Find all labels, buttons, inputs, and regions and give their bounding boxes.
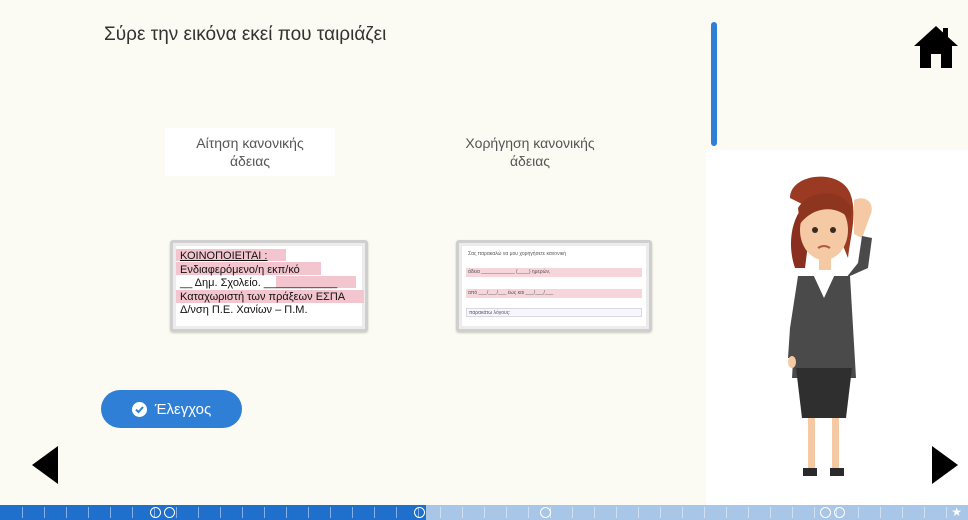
drop-target-label-line1: Χορήγηση κανονικής <box>465 135 595 151</box>
progress-marker[interactable] <box>834 507 845 518</box>
scrollbar[interactable] <box>711 22 717 146</box>
progress-tick <box>924 507 925 518</box>
card-line: ΚΟΙΝΟΠΟΙΕΙΤΑΙ : <box>180 250 268 262</box>
instruction-title: Σύρε την εικόνα εκεί που ταιριάζει <box>104 24 387 45</box>
check-button[interactable]: Έλεγχος <box>101 390 242 428</box>
draggable-card-request[interactable]: ΚΟΙΝΟΠΟΙΕΙΤΑΙ : Ενδιαφερόμενο/η εκπ/κό _… <box>170 240 368 332</box>
progress-tick <box>792 507 793 518</box>
progress-tick <box>198 507 199 518</box>
home-icon <box>914 26 958 68</box>
progress-tick <box>88 507 89 518</box>
progress-tick <box>682 507 683 518</box>
form-row: παρακάτω λόγους: <box>466 308 642 317</box>
progress-tick <box>902 507 903 518</box>
progress-tick <box>352 507 353 518</box>
progress-tick <box>132 507 133 518</box>
progress-tick <box>396 507 397 518</box>
progress-tick <box>748 507 749 518</box>
progress-tick <box>770 507 771 518</box>
card-line: Δ/νση Π.Ε. Χανίων – Π.Μ. <box>180 304 308 316</box>
progress-tick <box>726 507 727 518</box>
progress-remaining <box>426 505 968 520</box>
card-text: ΚΟΙΝΟΠΟΙΕΙΤΑΙ : Ενδιαφερόμενο/η εκπ/κό _… <box>180 250 345 318</box>
progress-tick <box>506 507 507 518</box>
progress-tick <box>440 507 441 518</box>
drop-target-label-line1: Αίτηση κανονικής <box>196 135 304 151</box>
drop-target-grant[interactable]: Χορήγηση κανονικής άδειας <box>445 128 615 176</box>
progress-tick <box>264 507 265 518</box>
progress-tick <box>704 507 705 518</box>
progress-tick <box>462 507 463 518</box>
progress-tick <box>110 507 111 518</box>
progress-tick <box>638 507 639 518</box>
previous-button[interactable] <box>28 442 62 488</box>
progress-tick <box>484 507 485 518</box>
card-body: Σας παρακαλώ να μου χορηγήσετε κανονική … <box>462 246 646 326</box>
home-button[interactable] <box>912 24 960 70</box>
card-body: ΚΟΙΝΟΠΟΙΕΙΤΑΙ : Ενδιαφερόμενο/η εκπ/κό _… <box>176 246 364 326</box>
progress-marker[interactable] <box>820 507 831 518</box>
star-icon: ★ <box>951 505 962 519</box>
progress-tick <box>220 507 221 518</box>
progress-filled <box>0 505 426 520</box>
draggable-card-grant[interactable]: Σας παρακαλώ να μου χορηγήσετε κανονική … <box>456 240 652 332</box>
card-line: __ Δημ. Σχολείο. ____________ <box>180 277 338 289</box>
progress-marker[interactable] <box>540 507 551 518</box>
drop-target-label-line2: άδειας <box>509 153 551 169</box>
drop-target-request[interactable]: Αίτηση κανονικής άδειας <box>165 128 335 176</box>
progress-tick <box>660 507 661 518</box>
progress-tick <box>814 507 815 518</box>
progress-tick <box>44 507 45 518</box>
progress-tick <box>858 507 859 518</box>
drop-target-label-line2: άδειας <box>229 153 271 169</box>
card-line: Καταχωριστή των πράξεων ΕΣΠΑ <box>180 290 346 303</box>
worried-woman-illustration <box>788 176 872 476</box>
progress-tick <box>616 507 617 518</box>
form-row: από ___/___/___ έως και ___/___/___ <box>466 289 642 298</box>
progress-tick <box>880 507 881 518</box>
progress-tick <box>176 507 177 518</box>
check-circle-icon <box>131 401 147 417</box>
progress-marker[interactable] <box>150 507 161 518</box>
right-top-panel <box>706 0 968 150</box>
form-row: Σας παρακαλώ να μου χορηγήσετε κανονική <box>468 251 566 257</box>
check-button-label: Έλεγχος <box>154 400 212 418</box>
progress-tick <box>374 507 375 518</box>
progress-tick <box>594 507 595 518</box>
progress-tick <box>66 507 67 518</box>
progress-bar[interactable]: ★ <box>0 505 968 520</box>
card-line: Ενδιαφερόμενο/η εκπ/κό <box>180 263 300 276</box>
arrow-right-icon <box>932 446 958 484</box>
progress-marker[interactable] <box>414 507 425 518</box>
arrow-left-icon <box>32 446 58 484</box>
progress-tick <box>242 507 243 518</box>
slide-stage: Σύρε την εικόνα εκεί που ταιριάζει Αίτησ… <box>0 0 968 520</box>
progress-tick <box>330 507 331 518</box>
progress-marker[interactable] <box>164 507 175 518</box>
progress-tick <box>946 507 947 518</box>
progress-tick <box>286 507 287 518</box>
progress-tick <box>22 507 23 518</box>
progress-tick <box>572 507 573 518</box>
progress-tick <box>308 507 309 518</box>
progress-tick <box>528 507 529 518</box>
next-button[interactable] <box>928 442 962 488</box>
form-row: άδεια ____________ (____) ημερών, <box>466 268 642 277</box>
